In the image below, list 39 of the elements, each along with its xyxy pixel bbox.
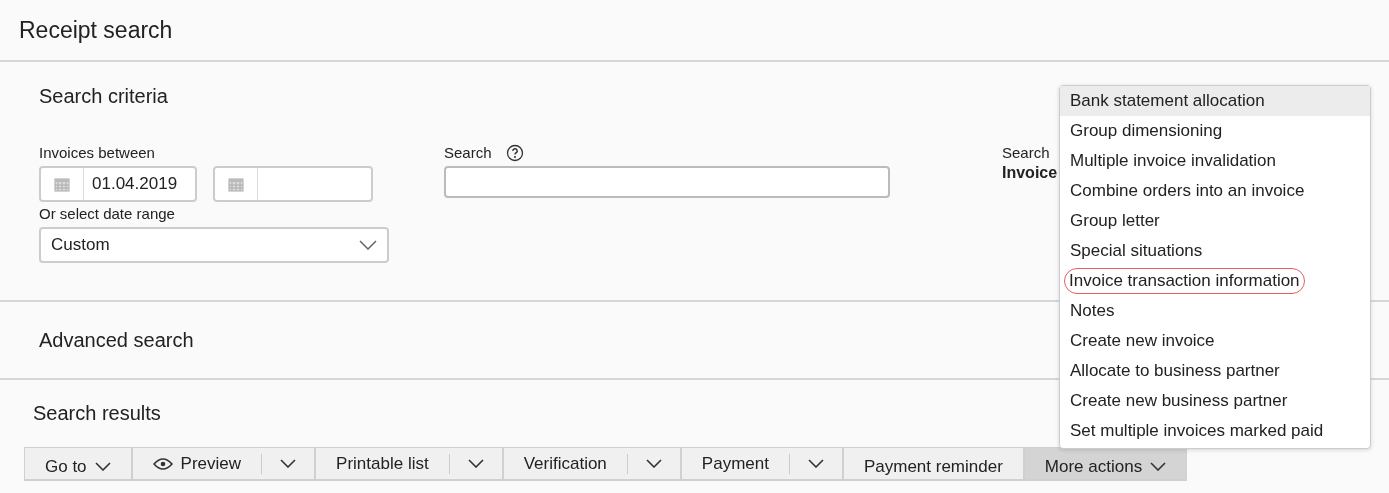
chevron-down-icon xyxy=(94,462,111,471)
field-label: Invoices between xyxy=(39,144,156,162)
menu-item[interactable]: Invoice transaction information xyxy=(1060,266,1370,296)
toolbar-button[interactable]: Payment reminder xyxy=(842,447,1024,481)
field-label: Search xyxy=(1002,144,1051,162)
dropdown-button[interactable]: More actions xyxy=(1023,447,1188,481)
date-field[interactable] xyxy=(213,166,373,202)
calendar-icon xyxy=(228,176,244,192)
field-label: Search xyxy=(444,144,492,162)
field-label: Or select date range xyxy=(39,205,176,223)
calendar-icon xyxy=(54,176,70,192)
field-value: Invoice xyxy=(1002,164,1058,182)
search-field[interactable] xyxy=(444,166,890,198)
section-heading: Search results xyxy=(33,402,161,425)
dropdown-button[interactable]: Go to xyxy=(24,447,132,481)
menu-item[interactable]: Combine orders into an invoice xyxy=(1060,176,1370,206)
eye-icon xyxy=(152,457,173,470)
date-range-select[interactable]: Custom xyxy=(39,227,389,263)
menu-item[interactable]: Multiple invoice invalidation xyxy=(1060,146,1370,176)
section-heading[interactable]: Advanced search xyxy=(39,328,194,352)
help-icon[interactable] xyxy=(505,144,524,162)
chevron-down-icon xyxy=(467,459,484,468)
menu-item[interactable]: Notes xyxy=(1060,296,1370,326)
menu-item[interactable]: Special situations xyxy=(1060,236,1370,266)
menu-item[interactable]: Bank statement allocation xyxy=(1060,86,1370,116)
section-heading: Search criteria xyxy=(39,85,168,108)
chevron-down-icon xyxy=(807,459,824,468)
menu-item[interactable]: Group letter xyxy=(1060,206,1370,236)
menu-item[interactable]: Group dimensioning xyxy=(1060,116,1370,146)
chevron-down-icon xyxy=(645,459,662,468)
menu-item[interactable]: Allocate to business partner xyxy=(1060,356,1370,386)
page-title: Receipt search xyxy=(19,16,173,44)
chevron-down-icon xyxy=(1150,462,1167,471)
chevron-down-icon xyxy=(280,459,297,468)
menu-item[interactable]: Create new invoice xyxy=(1060,326,1370,356)
menu-item[interactable]: Create new business partner xyxy=(1060,386,1370,416)
menu-item[interactable]: Set multiple invoices marked paid xyxy=(1060,416,1370,446)
chevron-down-icon xyxy=(359,240,377,250)
date-field[interactable]: 01.04.2019 xyxy=(39,166,197,202)
